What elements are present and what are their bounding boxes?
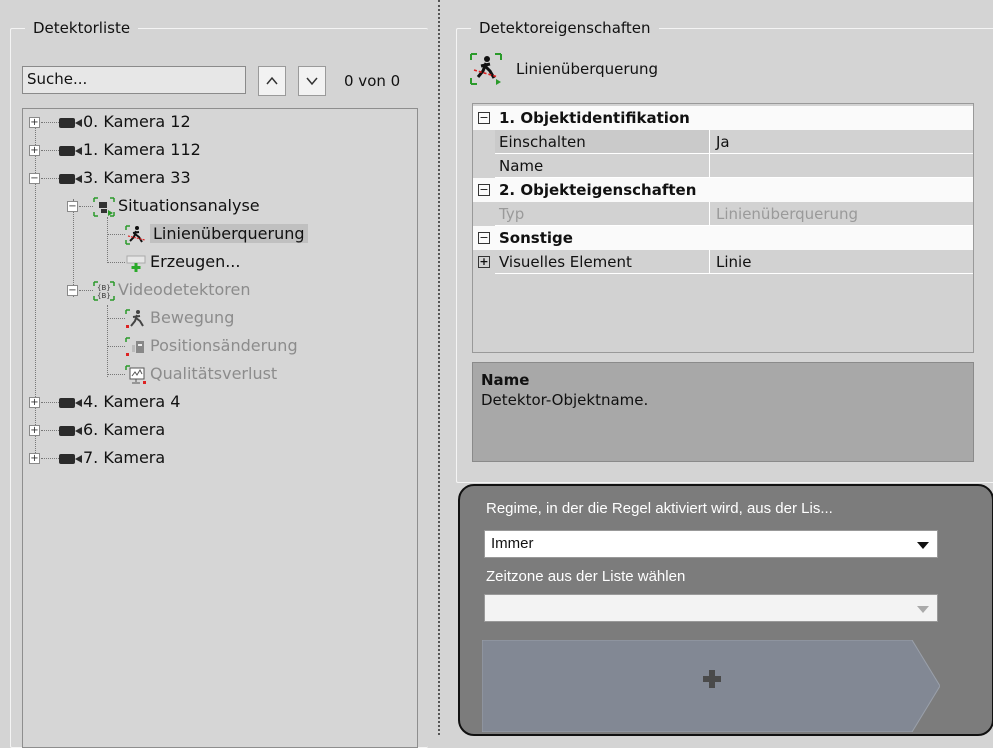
- tree-item-camera[interactable]: 1. Kamera 112: [59, 137, 201, 163]
- tree-item-quality-loss[interactable]: Qualitätsverlust: [125, 361, 277, 387]
- panel-splitter[interactable]: [438, 0, 443, 735]
- svg-text:{B}: {B}: [97, 284, 111, 292]
- description-text: Detektor-Objektname.: [481, 391, 649, 409]
- quality-loss-icon: [125, 364, 147, 385]
- search-result-count: 0 von 0: [344, 72, 401, 90]
- expand-toggle[interactable]: +: [29, 425, 40, 436]
- camera-icon: [59, 173, 83, 185]
- camera-icon: [59, 425, 83, 437]
- add-detector-icon: [125, 253, 147, 273]
- expand-icon[interactable]: +: [478, 256, 490, 268]
- video-detectors-icon: {B} {B}: [93, 280, 115, 301]
- chevron-down-icon: [306, 77, 318, 86]
- timezone-select[interactable]: [484, 594, 938, 622]
- camera-icon: [59, 397, 83, 409]
- line-crossing-icon: [125, 224, 147, 245]
- tree-item-line-crossing[interactable]: Linienüberquerung: [125, 221, 308, 247]
- tree-item-camera[interactable]: 3. Kamera 33: [59, 165, 191, 191]
- camera-icon: [59, 453, 83, 465]
- property-category[interactable]: − 2. Objekteigenschaften: [473, 178, 973, 202]
- tree-item-situation-analysis[interactable]: Situationsanalyse: [93, 193, 260, 219]
- situation-analysis-icon: [93, 196, 115, 217]
- rule-panel: Regime, in der die Regel aktiviert wird,…: [458, 484, 993, 736]
- dropdown-arrow-icon: [917, 542, 929, 549]
- property-row[interactable]: + Visuelles Element Linie: [473, 250, 973, 274]
- mode-select[interactable]: Immer: [484, 530, 938, 558]
- add-rule-button[interactable]: [481, 639, 941, 733]
- property-grid[interactable]: − 1. Objektidentifikation Einschalten Ja…: [472, 103, 974, 353]
- property-category[interactable]: − 1. Objektidentifikation: [473, 106, 973, 130]
- tree-item-video-detectors[interactable]: {B} {B} Videodetektoren: [93, 277, 250, 303]
- previous-result-button[interactable]: [258, 66, 286, 96]
- detector-tree[interactable]: + 0. Kamera 12 + 1. Kamera 112 − 3. Kame…: [22, 108, 418, 748]
- collapse-toggle[interactable]: −: [67, 285, 78, 296]
- svg-text:{B}: {B}: [97, 292, 111, 300]
- timezone-label: Zeitzone aus der Liste wählen: [486, 568, 686, 585]
- property-row[interactable]: Name: [473, 154, 973, 178]
- expand-toggle[interactable]: +: [29, 397, 40, 408]
- collapse-toggle[interactable]: −: [67, 201, 78, 212]
- description-title: Name: [481, 371, 530, 389]
- dropdown-arrow-icon: [917, 606, 929, 613]
- next-result-button[interactable]: [298, 66, 326, 96]
- tree-item-position-change[interactable]: Positionsänderung: [125, 333, 298, 359]
- expand-toggle[interactable]: +: [29, 453, 40, 464]
- tree-item-create[interactable]: Erzeugen...: [125, 249, 240, 275]
- detector-list-title: Detektorliste: [25, 18, 139, 38]
- expand-toggle[interactable]: +: [29, 117, 40, 128]
- property-description: Name Detektor-Objektname.: [472, 362, 974, 462]
- expand-toggle[interactable]: +: [29, 145, 40, 156]
- collapse-icon[interactable]: −: [478, 184, 490, 196]
- collapse-toggle[interactable]: −: [29, 173, 40, 184]
- property-row: Typ Linienüberquerung: [473, 202, 973, 226]
- detector-properties-title: Detektoreigenschaften: [471, 18, 659, 38]
- motion-icon: [125, 308, 147, 329]
- mode-label: Regime, in der die Regel aktiviert wird,…: [486, 500, 833, 517]
- tree-item-camera[interactable]: 4. Kamera 4: [59, 389, 180, 415]
- detector-header: Linienüberquerung: [470, 48, 658, 90]
- tree-item-camera[interactable]: 7. Kamera: [59, 445, 165, 471]
- position-change-icon: [125, 336, 147, 357]
- property-category[interactable]: − Sonstige: [473, 226, 973, 250]
- tree-item-camera[interactable]: 0. Kamera 12: [59, 109, 191, 135]
- tree-item-motion[interactable]: Bewegung: [125, 305, 234, 331]
- line-crossing-icon: [470, 53, 502, 85]
- search-input[interactable]: Suche...: [22, 66, 246, 94]
- collapse-icon[interactable]: −: [478, 112, 490, 124]
- property-row[interactable]: Einschalten Ja: [473, 130, 973, 154]
- chevron-up-icon: [266, 76, 278, 85]
- collapse-icon[interactable]: −: [478, 232, 490, 244]
- camera-icon: [59, 145, 83, 157]
- camera-icon: [59, 117, 83, 129]
- tree-item-camera[interactable]: 6. Kamera: [59, 417, 165, 443]
- detector-name: Linienüberquerung: [516, 60, 659, 78]
